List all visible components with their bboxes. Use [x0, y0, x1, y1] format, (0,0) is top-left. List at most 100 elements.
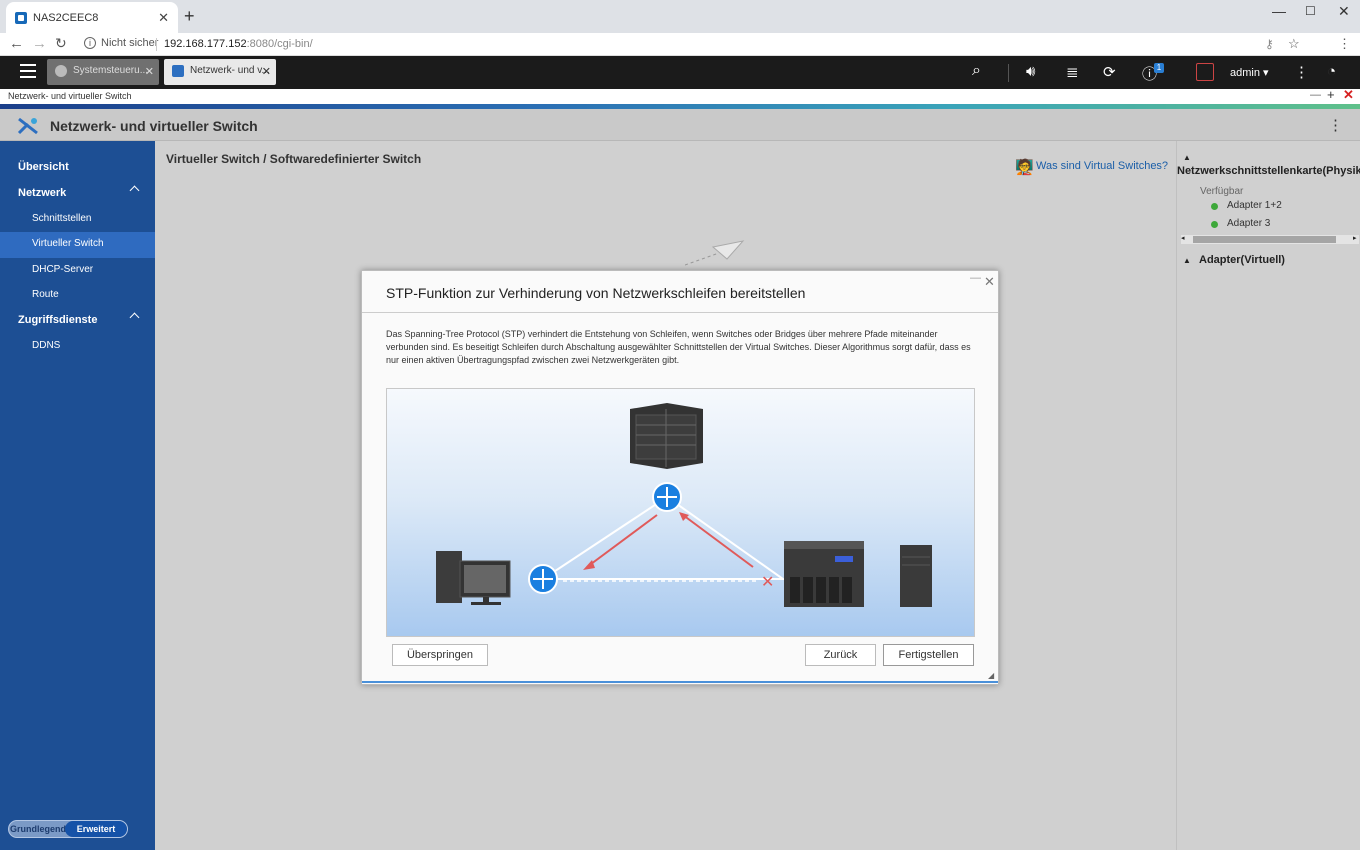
mode-basic-option[interactable]: Grundlegend: [9, 821, 67, 837]
url-host: 192.168.177.152: [164, 38, 247, 50]
forward-arrow-icon[interactable]: →: [32, 35, 47, 52]
nic-section-title[interactable]: Netzwerkschnittstellenkarte(Physikalisch…: [1177, 165, 1360, 177]
app-header: Netzwerk- und virtueller Switch ⋮: [0, 109, 1360, 141]
stack-icon[interactable]: ≣: [1066, 63, 1079, 81]
help-person-icon: 🧑‍🏫︎: [1015, 159, 1034, 176]
close-icon[interactable]: ✕: [262, 65, 271, 78]
resize-grip-icon[interactable]: ◢: [988, 671, 994, 680]
info-icon: i: [84, 37, 96, 49]
sidebar-item-network[interactable]: Netzwerk: [0, 181, 155, 207]
scrollbar-thumb[interactable]: [1193, 236, 1336, 243]
sidebar-item-route[interactable]: Route: [0, 283, 155, 309]
minimize-icon[interactable]: —: [970, 272, 981, 284]
dialog-divider: [362, 312, 998, 313]
qts-tab-network[interactable]: Netzwerk- und v... ✕: [164, 59, 276, 85]
sidebar-item-virtual-switch[interactable]: Virtueller Switch: [0, 232, 155, 258]
gear-icon: [55, 65, 67, 77]
security-indicator[interactable]: i Nicht sicher: [84, 37, 158, 49]
star-icon[interactable]: ☆: [1288, 36, 1300, 52]
sidebar-item-dhcp-server[interactable]: DHCP-Server: [0, 258, 155, 284]
qts-tab-label: Netzwerk- und v...: [190, 65, 270, 76]
sidebar-item-label: DDNS: [32, 340, 61, 351]
sidebar: Übersicht Netzwerk Schnittstellen Virtue…: [0, 141, 155, 850]
more-vertical-icon[interactable]: ⋮: [1338, 36, 1351, 52]
window-subheader-title: Netzwerk- und virtueller Switch: [8, 91, 132, 101]
status-dot-icon: [1211, 221, 1218, 228]
avatar[interactable]: [1196, 63, 1214, 81]
nas-device-icon: [784, 541, 864, 607]
adapter-item[interactable]: Adapter 3: [1227, 218, 1270, 229]
back-arrow-icon[interactable]: ←: [9, 35, 24, 52]
more-vertical-icon[interactable]: ⋮: [1294, 63, 1309, 81]
sidebar-item-label: Route: [32, 289, 59, 300]
window-subheader: Netzwerk- und virtueller Switch — + ✕: [0, 87, 1360, 104]
mode-advanced-option[interactable]: Erweitert: [65, 821, 127, 837]
key-icon[interactable]: ⚷: [1265, 37, 1274, 51]
sidebar-item-overview[interactable]: Übersicht: [0, 155, 155, 181]
url-divider: [156, 38, 157, 51]
close-icon[interactable]: ✕: [984, 274, 995, 290]
browser-tab-bar: NAS2CEEC8 ✕ + — ☐ ✕: [0, 0, 1360, 33]
hamburger-menu-icon[interactable]: [20, 64, 36, 78]
user-menu[interactable]: admin ▾: [1230, 66, 1269, 79]
server-rack-icon: [630, 403, 703, 469]
user-name: admin: [1230, 67, 1260, 79]
volume-icon[interactable]: 🔊︎: [1026, 63, 1035, 80]
dialog-description: Das Spanning-Tree Protocol (STP) verhind…: [386, 329, 971, 365]
paper-plane-icon: [685, 240, 745, 266]
status-dot-icon: [1211, 203, 1218, 210]
sidebar-item-label: Netzwerk: [18, 187, 67, 199]
nas-favicon-icon: [15, 12, 27, 24]
sidebar-item-interfaces[interactable]: Schnittstellen: [0, 207, 155, 233]
scroll-right-icon[interactable]: ▸: [1353, 234, 1357, 242]
network-switch-app-icon: [17, 117, 38, 135]
close-window-icon[interactable]: ✕: [1338, 3, 1350, 20]
url-field[interactable]: 192.168.177.152:8080/cgi-bin/: [164, 38, 313, 50]
sidebar-item-label: Zugriffsdienste: [18, 314, 98, 326]
maximize-window-icon[interactable]: ☐: [1305, 4, 1316, 18]
maximize-icon[interactable]: +: [1327, 87, 1335, 102]
address-bar: ← → ↻ i Nicht sicher 192.168.177.152:8080…: [0, 33, 1360, 56]
stp-illustration: ✕: [386, 388, 975, 637]
security-text: Nicht sicher: [101, 37, 159, 49]
chevron-up-icon: [129, 312, 140, 323]
finish-button[interactable]: Fertigstellen: [883, 644, 974, 666]
close-tab-icon[interactable]: ✕: [158, 10, 169, 26]
app-menu-icon[interactable]: ⋮: [1328, 116, 1343, 134]
adapter-item[interactable]: Adapter 1+2: [1227, 200, 1282, 211]
sidebar-item-label: DHCP-Server: [32, 264, 94, 275]
sidebar-item-access-services[interactable]: Zugriffsdienste: [0, 308, 155, 334]
skip-button[interactable]: Überspringen: [392, 644, 488, 666]
search-icon[interactable]: ⌕: [972, 62, 981, 80]
sidebar-item-label: Virtueller Switch: [32, 238, 104, 249]
collapse-triangle-icon[interactable]: ▲: [1183, 256, 1191, 265]
dialog-bottom-accent: [362, 681, 998, 683]
new-tab-icon[interactable]: +: [184, 6, 195, 27]
reload-icon[interactable]: ↻: [55, 35, 67, 52]
browser-tab[interactable]: NAS2CEEC8 ✕: [6, 2, 178, 33]
close-icon[interactable]: ✕: [145, 65, 154, 78]
minimize-icon[interactable]: —: [1310, 89, 1321, 101]
sidebar-item-label: Übersicht: [18, 161, 69, 173]
back-button[interactable]: Zurück: [805, 644, 876, 666]
virtual-adapter-section-title[interactable]: Adapter(Virtuell): [1199, 254, 1285, 266]
qts-tab-control-panel[interactable]: Systemsteueru... ✕: [47, 59, 159, 85]
minimize-window-icon[interactable]: —: [1272, 3, 1286, 19]
breadcrumb: Virtueller Switch / Softwaredefinierter …: [166, 152, 422, 166]
blocked-x-icon: ✕: [761, 572, 774, 591]
pc-icon: [436, 551, 511, 605]
help-link[interactable]: Was sind Virtual Switches?: [1036, 160, 1168, 172]
collapse-triangle-icon[interactable]: ▲: [1183, 153, 1191, 162]
stp-dialog: — ✕ STP-Funktion zur Verhinderung von Ne…: [361, 270, 999, 685]
scroll-left-icon[interactable]: ◂: [1181, 234, 1185, 242]
sync-icon[interactable]: ⟳: [1103, 63, 1116, 81]
switch-icon-left: [528, 564, 558, 594]
close-app-icon[interactable]: ✕: [1343, 87, 1354, 103]
sidebar-item-ddns[interactable]: DDNS: [0, 334, 155, 360]
mode-toggle[interactable]: Grundlegend Erweitert: [8, 820, 128, 838]
dashboard-gauge-icon[interactable]: ◔: [1327, 63, 1336, 80]
available-label: Verfügbar: [1200, 186, 1244, 197]
arrow-left-red: [586, 514, 658, 568]
horizontal-scrollbar[interactable]: ◂ ▸: [1181, 235, 1359, 244]
url-path: :8080/cgi-bin/: [246, 38, 313, 50]
